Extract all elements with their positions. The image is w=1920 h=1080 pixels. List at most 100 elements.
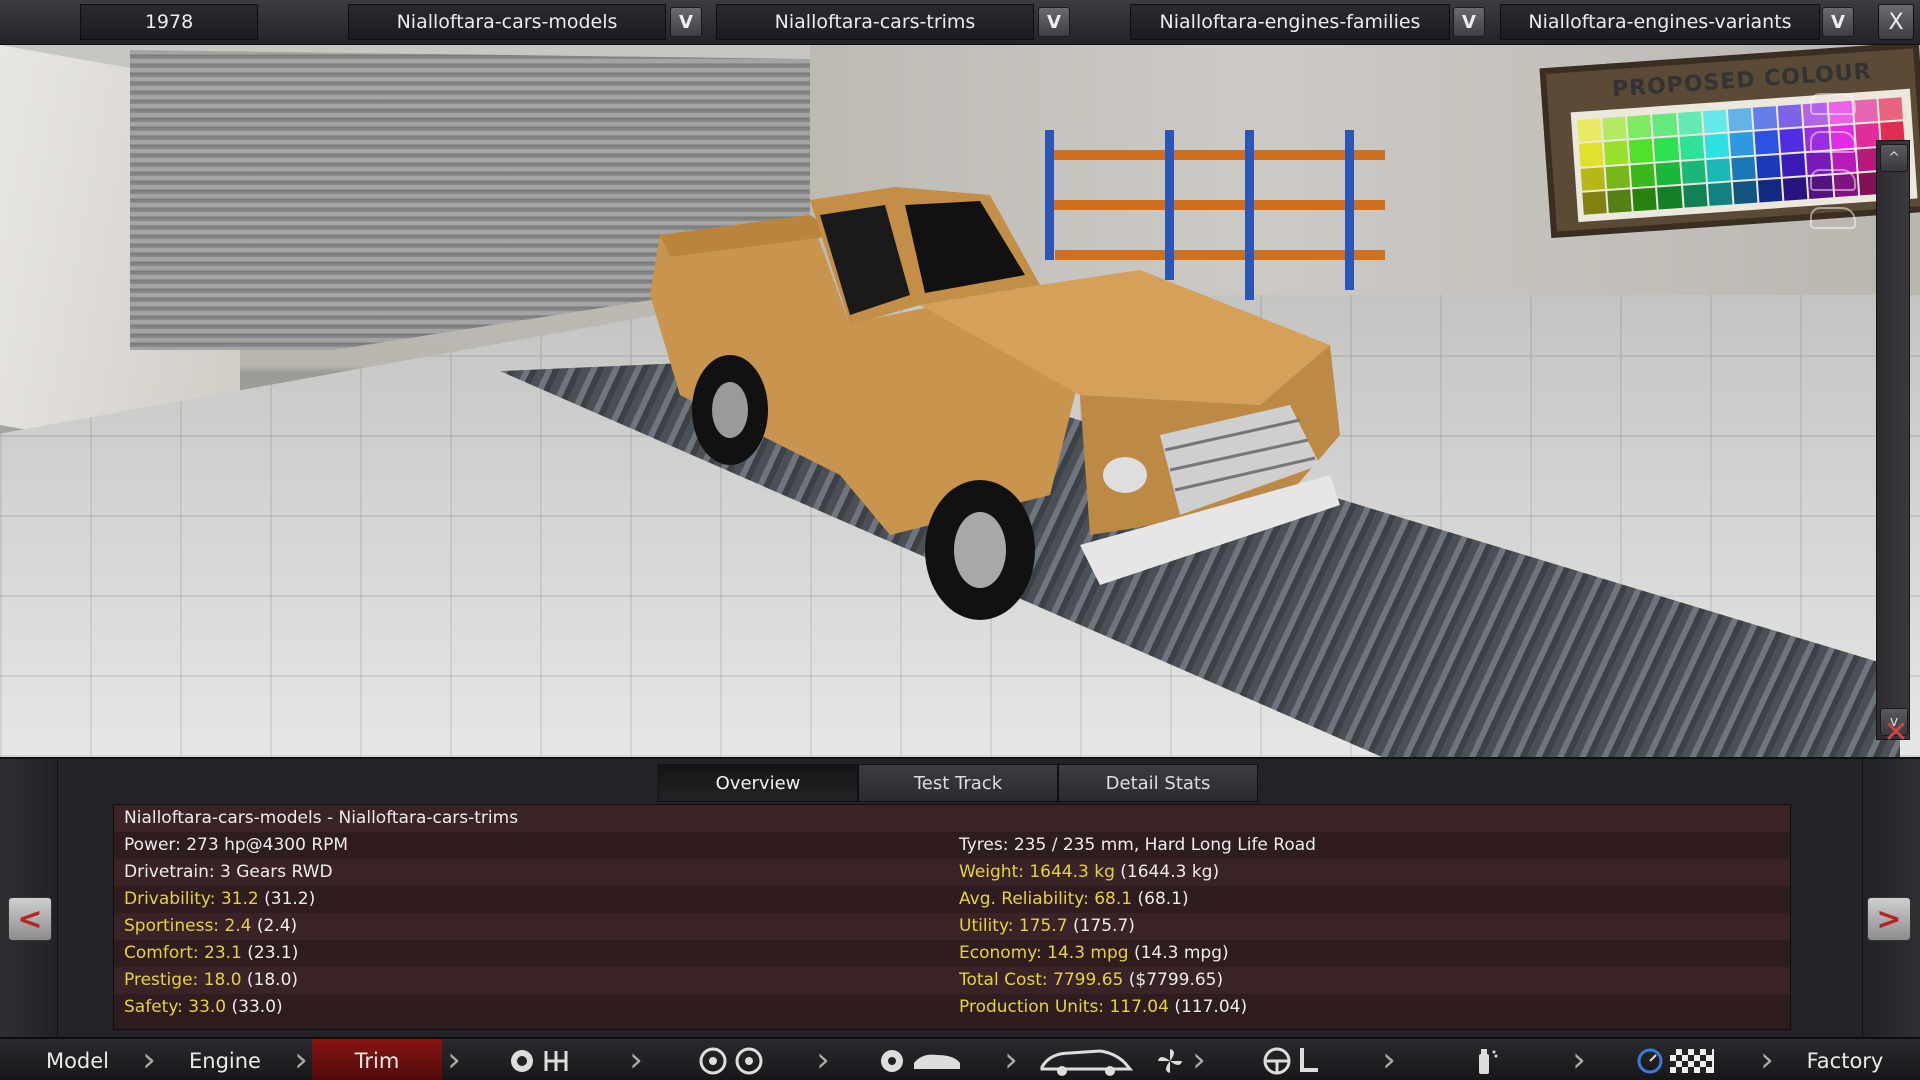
testdrive-flag-icon[interactable] [1636,1045,1714,1077]
stat-right-0: Tyres: 235 / 235 mm, Hard Long Life Road [959,835,1316,855]
view-scrollbar[interactable]: ^ v [1876,140,1910,740]
colour-swatch [1629,139,1654,163]
colour-swatch [1779,128,1805,153]
view-front-icon[interactable] [1810,93,1856,115]
stat-right-6: Production Units: 117.04 (117.04) [959,997,1247,1017]
colour-swatch [1757,178,1783,203]
garage-viewport[interactable]: PROPOSED COLOUR ^ v [0,45,1920,757]
colour-swatch [1781,152,1806,177]
colour-swatch [1580,166,1606,191]
view-side-icon[interactable] [1810,131,1856,153]
suspension-body-icon[interactable] [878,1045,962,1077]
stat-value: Comfort: 23.1 [124,943,242,963]
stat-right-1: Weight: 1644.3 kg (1644.3 kg) [959,862,1219,882]
tab-detail-stats[interactable]: Detail Stats [1058,764,1258,802]
colour-swatch [1603,140,1629,165]
reset-view-icon[interactable]: ✕ [1876,712,1916,752]
steering-seat-icon[interactable] [1262,1045,1320,1077]
stat-left-0: Power: 273 hp@4300 RPM [124,835,348,855]
colour-swatch [1878,97,1903,122]
stat-value: Drivability: 31.2 [124,889,259,909]
stat-left-1: Drivetrain: 3 Gears RWD [124,862,333,882]
chevron-right-icon: › [1382,1040,1396,1080]
colour-swatch [1704,133,1730,158]
colour-swatch [1754,130,1780,155]
stat-left-3: Sportiness: 2.4 (2.4) [124,916,297,936]
chevron-right-icon: › [1572,1040,1586,1080]
stat-label: (117.04) [1168,997,1248,1017]
close-button[interactable]: X [1878,4,1914,40]
colour-swatch [1677,111,1703,136]
stats-panel: < > Overview Test Track Detail Stats Nia… [0,757,1920,1039]
colour-swatch [1707,182,1733,206]
engine-family-dropdown-label: Nialloftara-engines-families [1159,11,1421,33]
year-field: 1978 [80,4,258,40]
trim-dropdown-label: Nialloftara-cars-trims [774,11,976,33]
colour-swatch [1680,159,1706,184]
view-top-icon[interactable] [1810,207,1856,229]
colour-swatch [1655,161,1681,186]
step-engine[interactable]: Engine [160,1039,290,1080]
colour-swatch [1577,118,1602,143]
engine-variant-dropdown[interactable]: Nialloftara-engines-variants [1500,4,1820,40]
chevron-right-icon: › [1760,1040,1774,1080]
top-bar: 1978 Nialloftara-cars-models V Niallofta… [0,0,1920,45]
colour-swatch [1630,163,1656,188]
stat-label: Drivetrain: 3 Gears RWD [124,862,333,882]
step-model[interactable]: Model [20,1039,135,1080]
model-dropdown-label: Nialloftara-cars-models [396,11,618,33]
stat-label: (175.7) [1067,916,1135,936]
stat-label: Tyres: 235 / 235 mm, Hard Long Life Road [959,835,1316,855]
step-trim[interactable]: Trim [312,1039,442,1080]
view-rear-icon[interactable] [1810,169,1856,191]
wheels-icon[interactable] [698,1045,764,1077]
paint-spray-icon[interactable] [1470,1045,1500,1077]
colour-swatch [1632,187,1658,212]
chevron-right-icon: › [142,1040,156,1080]
stat-value: Utility: 175.7 [959,916,1068,936]
tab-test-track[interactable]: Test Track [858,764,1058,802]
engine-family-dropdown[interactable]: Nialloftara-engines-families [1130,4,1450,40]
trim-dropdown[interactable]: Nialloftara-cars-trims [716,4,1034,40]
engine-variant-dropdown-label: Nialloftara-engines-variants [1528,11,1792,33]
colour-swatch [1732,180,1758,205]
camera-view-icons[interactable] [1810,93,1870,245]
tab-overview[interactable]: Overview [658,764,858,802]
colour-swatch [1731,156,1756,181]
model-dropdown[interactable]: Nialloftara-cars-models [348,4,666,40]
chevron-right-icon: › [1192,1040,1206,1080]
stat-value: Sportiness: 2.4 [124,916,252,936]
stat-right-2: Avg. Reliability: 68.1 (68.1) [959,889,1189,909]
stat-left-5: Prestige: 18.0 (18.0) [124,970,298,990]
stats-tabs: Overview Test Track Detail Stats [658,764,1258,802]
colour-swatch [1729,132,1755,156]
stat-label: (1644.3 kg) [1114,862,1220,882]
colour-swatch [1605,164,1631,189]
next-button[interactable]: > [1867,897,1911,941]
stat-label: (2.4) [251,916,298,936]
prev-button[interactable]: < [8,897,52,941]
stat-left-4: Comfort: 23.1 (23.1) [124,943,298,963]
model-dropdown-button[interactable]: V [670,7,702,37]
colour-swatch [1657,185,1683,210]
colour-swatch [1607,189,1633,213]
trim-dropdown-button[interactable]: V [1038,7,1070,37]
stat-label: ($7799.65) [1123,970,1224,990]
engine-gearbox-icon[interactable] [508,1045,572,1077]
stat-value: Avg. Reliability: 68.1 [959,889,1133,909]
scroll-up-button[interactable]: ^ [1880,144,1908,172]
stat-left-2: Drivability: 31.2 (31.2) [124,889,315,909]
colour-swatch [1777,104,1803,129]
car-fan-icon[interactable] [1040,1045,1184,1077]
step-factory[interactable]: Factory [1780,1039,1910,1080]
colour-swatch [1602,116,1627,141]
colour-swatch [1682,183,1708,208]
colour-swatch [1756,154,1781,179]
colour-swatch [1783,176,1808,201]
colour-swatch [1654,137,1679,162]
stat-value: Production Units: 117.04 [959,997,1169,1017]
pickup-truck-model[interactable] [640,175,1360,655]
stat-label: Power: 273 hp@4300 RPM [124,835,349,855]
engine-family-dropdown-button[interactable]: V [1453,7,1485,37]
engine-variant-dropdown-button[interactable]: V [1822,7,1854,37]
